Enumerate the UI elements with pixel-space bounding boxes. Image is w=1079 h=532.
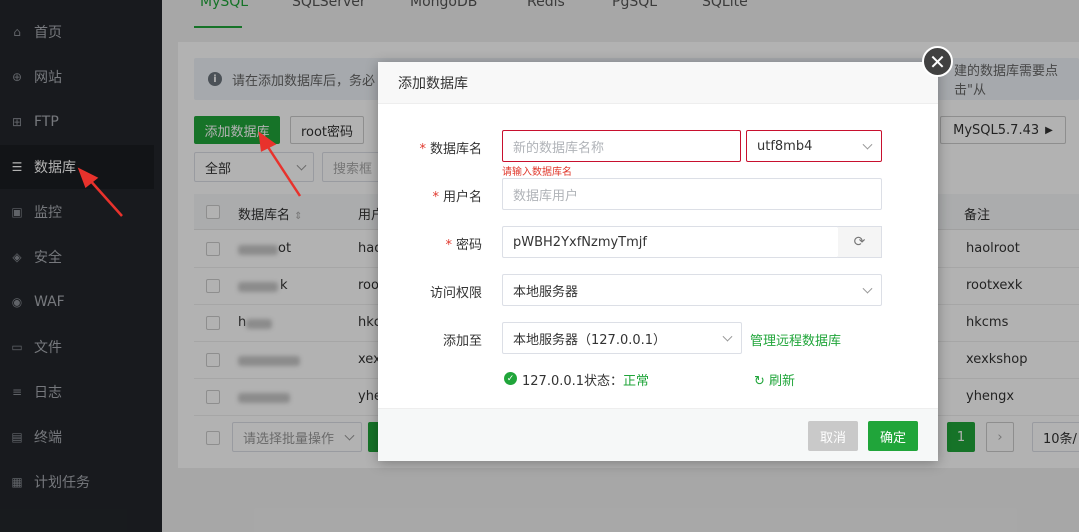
charset-value: utf8mb4: [757, 138, 813, 154]
username-input[interactable]: 数据库用户: [502, 178, 882, 210]
chevron-down-icon: [862, 139, 873, 150]
add-to-value: 本地服务器（127.0.0.1）: [513, 332, 667, 348]
status-ok-icon: ✓: [504, 372, 517, 385]
db-name-label: * 数据库名: [419, 142, 482, 157]
refresh-icon: ⟳: [853, 234, 866, 250]
status-value: 正常: [623, 374, 650, 389]
user-label: * 用户名: [432, 190, 482, 205]
username-placeholder: 数据库用户: [513, 188, 579, 204]
password-value: pWBH2YxfNzmyTmjf: [513, 234, 647, 250]
required-mark: *: [419, 142, 426, 157]
close-icon: ✕: [929, 49, 946, 74]
dialog-footer: 取消 确定: [378, 408, 938, 461]
required-mark: *: [445, 238, 452, 253]
access-value: 本地服务器: [513, 284, 579, 300]
charset-select[interactable]: utf8mb4: [746, 130, 882, 162]
add-to-select[interactable]: 本地服务器（127.0.0.1）: [502, 322, 742, 354]
db-name-error: 请输入数据库名: [502, 167, 572, 178]
password-input[interactable]: pWBH2YxfNzmyTmjf: [502, 226, 839, 258]
regenerate-password-button[interactable]: ⟳: [838, 226, 882, 258]
add-database-dialog: 添加数据库 * 数据库名 新的数据库名称 utf8mb4 请输入数据库名 * 用户名…: [378, 62, 938, 461]
chevron-down-icon: [862, 283, 873, 294]
manage-remote-db-link[interactable]: 管理远程数据库: [750, 330, 841, 349]
dialog-title: 添加数据库: [398, 75, 468, 92]
refresh-icon: ↻: [754, 374, 765, 389]
refresh-status-link[interactable]: ↻ 刷新: [754, 370, 795, 389]
add-to-label: 添加至: [442, 334, 482, 349]
password-label: * 密码: [445, 238, 482, 253]
dialog-header: 添加数据库: [378, 62, 938, 104]
access-label: 访问权限: [429, 286, 482, 301]
required-mark: *: [432, 190, 439, 205]
access-select[interactable]: 本地服务器: [502, 274, 882, 306]
db-name-placeholder: 新的数据库名称: [513, 140, 605, 156]
cancel-button[interactable]: 取消: [808, 421, 858, 451]
server-status: 127.0.0.1状态：正常: [522, 374, 650, 389]
close-dialog-button[interactable]: ✕: [922, 46, 953, 77]
confirm-button[interactable]: 确定: [868, 421, 918, 451]
db-name-input[interactable]: 新的数据库名称: [502, 130, 741, 162]
chevron-down-icon: [722, 331, 733, 342]
